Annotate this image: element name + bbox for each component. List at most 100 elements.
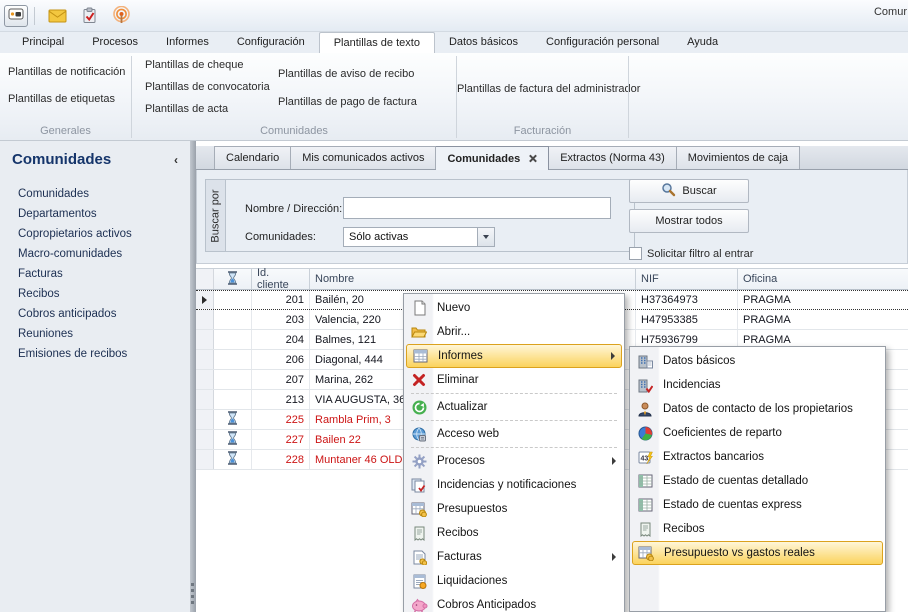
cell-id[interactable]: 213	[252, 390, 310, 409]
ribbon-tab-informes[interactable]: Informes	[152, 32, 223, 53]
gear-icon	[410, 454, 428, 469]
menu-item-procesos[interactable]: Procesos	[406, 449, 622, 473]
ribbon-item-plantillas-etiquetas[interactable]: Plantillas de etiquetas	[8, 93, 131, 105]
ribbon-tab-plantillas-de-texto[interactable]: Plantillas de texto	[319, 32, 435, 53]
doc-tab-extractos-norma-43[interactable]: Extractos (Norma 43)	[549, 146, 677, 169]
submenu-item-estado-de-cuentas-express[interactable]: Estado de cuentas express	[632, 493, 883, 517]
cell-oficina[interactable]: PRAGMA	[738, 291, 908, 309]
sidebar-item-cobros-anticipados[interactable]: Cobros anticipados	[0, 304, 190, 324]
close-icon[interactable]	[528, 154, 537, 163]
grid-header-oficina[interactable]: Oficina	[738, 269, 908, 289]
dropdown-arrow-button[interactable]	[477, 228, 494, 246]
grid-header-nombre[interactable]: Nombre	[310, 269, 636, 289]
hourglass-icon	[227, 271, 238, 288]
sidebar-item-copropietarios-activos[interactable]: Copropietarios activos	[0, 224, 190, 244]
cell-id[interactable]: 201	[252, 291, 310, 309]
sidebar-item-comunidades[interactable]: Comunidades	[0, 184, 190, 204]
ribbon-item-plantillas-acta[interactable]: Plantillas de acta	[145, 103, 270, 115]
ribbon-item-plantillas-aviso-recibo[interactable]: Plantillas de aviso de recibo	[278, 68, 417, 80]
cell-id[interactable]: 203	[252, 310, 310, 329]
tasks-icon[interactable]	[78, 5, 100, 27]
menu-item-eliminar[interactable]: Eliminar	[406, 368, 622, 392]
cell-id[interactable]: 228	[252, 450, 310, 469]
ribbon-tab-configuracion[interactable]: Configuración	[223, 32, 319, 53]
delete-icon	[410, 373, 428, 387]
menu-separator	[411, 420, 617, 421]
menu-item-facturas[interactable]: Facturas	[406, 545, 622, 569]
receipt-icon	[636, 522, 654, 537]
sidebar-item-emisiones-de-recibos[interactable]: Emisiones de recibos	[0, 344, 190, 364]
ribbon-item-plantillas-factura-administrador[interactable]: Plantillas de factura del administrador	[457, 83, 628, 95]
show-all-button[interactable]: Mostrar todos	[629, 209, 749, 233]
menu-item-actualizar[interactable]: Actualizar	[406, 395, 622, 419]
name-address-input[interactable]	[343, 197, 611, 219]
submenu-item-estado-de-cuentas-detallado[interactable]: Estado de cuentas detallado	[632, 469, 883, 493]
sidebar-comunidades: Comunidades ‹ Comunidades Departamentos …	[0, 141, 190, 612]
settlement-icon	[410, 574, 428, 589]
grid-header-pending[interactable]	[214, 269, 252, 289]
grid-header-id-cliente[interactable]: Id. cliente	[252, 269, 310, 289]
grid-header-nif[interactable]: NIF	[636, 269, 738, 289]
doc-tab-calendario[interactable]: Calendario	[214, 146, 291, 169]
menu-item-presupuestos[interactable]: Presupuestos	[406, 497, 622, 521]
ribbon-item-plantillas-pago-factura[interactable]: Plantillas de pago de factura	[278, 96, 417, 108]
sidebar-item-reuniones[interactable]: Reuniones	[0, 324, 190, 344]
communities-dropdown[interactable]: Sólo activas	[343, 227, 495, 247]
sidebar-item-macro-comunidades[interactable]: Macro-comunidades	[0, 244, 190, 264]
menu-item-incidencias-y-notificaciones[interactable]: Incidencias y notificaciones	[406, 473, 622, 497]
menu-item-informes[interactable]: Informes	[406, 344, 622, 368]
cell-id[interactable]: 206	[252, 350, 310, 369]
cell-id[interactable]: 204	[252, 330, 310, 349]
broadcast-icon[interactable]	[110, 5, 132, 27]
search-button[interactable]: Buscar	[629, 179, 749, 203]
sidebar-item-departamentos[interactable]: Departamentos	[0, 204, 190, 224]
ribbon-tab-datos-basicos[interactable]: Datos básicos	[435, 32, 532, 53]
submenu-item-coeficientes-de-reparto[interactable]: Coeficientes de reparto	[632, 421, 883, 445]
filter-on-enter-checkbox[interactable]	[629, 247, 642, 260]
mail-icon[interactable]	[46, 5, 68, 27]
ribbon-tab-configuracion-personal[interactable]: Configuración personal	[532, 32, 673, 53]
cell-id[interactable]: 225	[252, 410, 310, 429]
ribbon-item-plantillas-cheque[interactable]: Plantillas de cheque	[145, 59, 270, 71]
ribbon-tab-ayuda[interactable]: Ayuda	[673, 32, 732, 53]
ribbon-tab-procesos[interactable]: Procesos	[78, 32, 152, 53]
cell-oficina[interactable]: PRAGMA	[738, 310, 908, 329]
menu-item-liquidaciones[interactable]: Liquidaciones	[406, 569, 622, 593]
app-menu-button[interactable]	[4, 5, 28, 27]
web-access-icon	[410, 427, 428, 442]
cell-pending	[214, 291, 252, 309]
menu-item-abrir[interactable]: Abrir...	[406, 320, 622, 344]
budget-table-icon	[410, 502, 428, 517]
cell-pending	[214, 310, 252, 329]
cell-id[interactable]: 207	[252, 370, 310, 389]
doc-tab-mis-comunicados-activos[interactable]: Mis comunicados activos	[291, 146, 436, 169]
menu-item-label: Eliminar	[437, 374, 479, 386]
doc-tab-movimientos-de-caja[interactable]: Movimientos de caja	[677, 146, 800, 169]
submenu-item-extractos-bancarios[interactable]: 43 Extractos bancarios	[632, 445, 883, 469]
ribbon-item-plantillas-convocatoria[interactable]: Plantillas de convocatoria	[145, 81, 270, 93]
menu-item-nuevo[interactable]: Nuevo	[406, 296, 622, 320]
hourglass-icon	[227, 431, 238, 448]
submenu-item-recibos[interactable]: Recibos	[632, 517, 883, 541]
submenu-item-presupuesto-vs-gastos-reales[interactable]: Presupuesto vs gastos reales	[632, 541, 883, 565]
submenu-item-datos-basicos[interactable]: Datos básicos	[632, 349, 883, 373]
doc-tab-comunidades[interactable]: Comunidades	[436, 146, 549, 170]
sidebar-collapse-icon[interactable]: ‹	[174, 153, 178, 167]
ribbon-tab-principal[interactable]: Principal	[8, 32, 78, 53]
menu-item-acceso-web[interactable]: Acceso web	[406, 422, 622, 446]
svg-text:43: 43	[640, 455, 648, 462]
cell-nif[interactable]: H37364973	[636, 291, 738, 309]
budget-table-icon	[637, 546, 655, 561]
submenu-item-incidencias[interactable]: Incidencias	[632, 373, 883, 397]
ribbon-item-plantillas-notificacion[interactable]: Plantillas de notificación	[8, 66, 131, 78]
sidebar-item-facturas[interactable]: Facturas	[0, 264, 190, 284]
submenu-item-datos-de-contacto-de-los-propietarios[interactable]: Datos de contacto de los propietarios	[632, 397, 883, 421]
cell-id[interactable]: 227	[252, 430, 310, 449]
row-indicator	[196, 370, 214, 389]
menu-item-label: Abrir...	[437, 326, 470, 338]
sidebar-item-recibos[interactable]: Recibos	[0, 284, 190, 304]
communities-dropdown-value: Sólo activas	[344, 231, 477, 243]
menu-item-recibos[interactable]: Recibos	[406, 521, 622, 545]
menu-item-cobros-anticipados[interactable]: Cobros Anticipados	[406, 593, 622, 612]
cell-nif[interactable]: H47953385	[636, 310, 738, 329]
